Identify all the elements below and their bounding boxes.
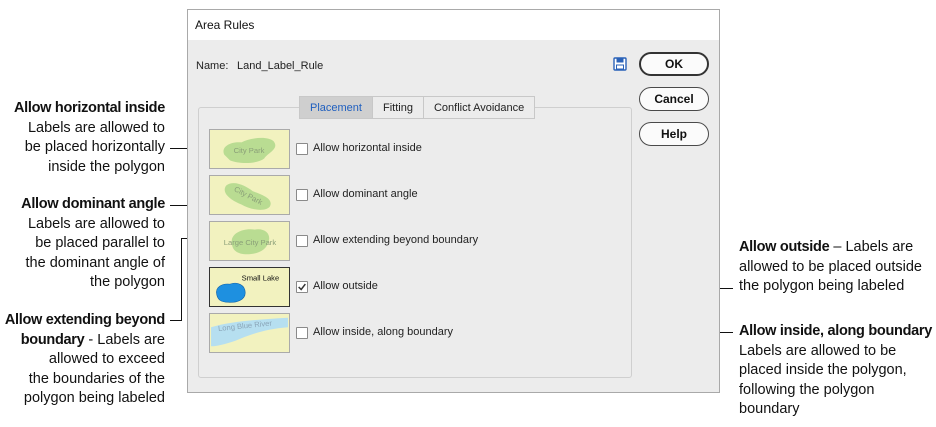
annotation-text: the polygon being labeled xyxy=(739,278,905,295)
dialog-title: Area Rules xyxy=(195,18,255,32)
tab-bar: Placement Fitting Conflict Avoidance xyxy=(299,96,536,119)
tab-conflict-avoidance[interactable]: Conflict Avoidance xyxy=(423,97,535,118)
annotation-text: the dominant angle of xyxy=(25,254,165,271)
dominant-angle-thumbnail: City Park xyxy=(209,175,290,215)
leader-line xyxy=(170,320,182,321)
cancel-button[interactable]: Cancel xyxy=(639,87,709,111)
annotation-text: Labels are allowed to xyxy=(27,119,165,136)
area-rules-dialog: Area Rules Name: Land_Label_Rule OK Canc… xyxy=(187,9,720,393)
annotation-title: Allow horizontal inside xyxy=(14,100,165,116)
title-bar[interactable]: Area Rules xyxy=(188,10,719,40)
option-allow-dominant-angle: City Park Allow dominant angle xyxy=(209,175,609,215)
along-boundary-thumbnail: Long Blue River xyxy=(209,313,290,353)
annotation-text: be placed horizontally xyxy=(24,139,165,156)
annotation-text: polygon being labeled xyxy=(23,390,165,407)
annotation-dominant-angle: Allow dominant angle Labels are allowed … xyxy=(0,195,165,293)
allow-dominant-angle-checkbox[interactable] xyxy=(296,189,308,201)
annotation-text: allowed to exceed xyxy=(48,351,165,368)
name-value: Land_Label_Rule xyxy=(237,60,324,72)
leader-line xyxy=(181,238,182,320)
allow-horizontal-inside-label[interactable]: Allow horizontal inside xyxy=(313,142,422,154)
tab-fitting[interactable]: Fitting xyxy=(372,97,424,118)
annotation-text: - Labels are xyxy=(84,331,165,348)
allow-outside-thumbnail: Small Lake xyxy=(209,267,290,307)
tab-placement[interactable]: Placement xyxy=(300,97,373,118)
option-allow-horizontal-inside: City Park Allow horizontal inside xyxy=(209,129,609,169)
annotation-title: Allow inside, along boundary xyxy=(739,323,933,339)
allow-dominant-angle-label[interactable]: Allow dominant angle xyxy=(313,188,418,200)
annotation-text: the boundaries of the xyxy=(28,370,165,387)
thumb-label: Large City Park xyxy=(224,238,277,247)
annotation-text: placed inside the polygon, xyxy=(739,362,907,379)
option-allow-extending-beyond-boundary: Large City Park Allow extending beyond b… xyxy=(209,221,609,261)
annotation-inside-along-boundary: Allow inside, along boundary Labels are … xyxy=(739,322,936,420)
annotation-title: boundary xyxy=(20,331,85,348)
thumb-label: City Park xyxy=(234,146,265,155)
annotation-text: allowed to be placed outside xyxy=(739,258,922,275)
annotation-text: boundary xyxy=(739,401,800,418)
checkmark-icon xyxy=(298,283,306,291)
option-allow-outside: Small Lake Allow outside xyxy=(209,267,609,307)
annotation-text: Labels are allowed to be xyxy=(739,342,897,359)
annotation-text: the polygon xyxy=(90,274,165,291)
option-allow-inside-along-boundary: Long Blue River Allow inside, along boun… xyxy=(209,313,609,353)
allow-outside-label[interactable]: Allow outside xyxy=(313,280,378,292)
allow-extending-beyond-boundary-checkbox[interactable] xyxy=(296,235,308,247)
allow-inside-along-boundary-label[interactable]: Allow inside, along boundary xyxy=(313,326,453,338)
annotation-allow-outside: Allow outside – Labels are allowed to be… xyxy=(739,238,936,297)
annotation-text: inside the polygon xyxy=(48,158,165,175)
save-icon[interactable] xyxy=(613,57,627,71)
annotation-text: be placed parallel to xyxy=(35,235,165,252)
annotation-title: Allow dominant angle xyxy=(21,196,165,212)
annotation-text: – Labels are xyxy=(829,239,914,255)
annotation-title: Allow extending beyond xyxy=(4,312,165,328)
annotation-extending-beyond: Allow extending beyond boundary - Labels… xyxy=(0,311,165,409)
annotation-horizontal-inside: Allow horizontal inside Labels are allow… xyxy=(0,99,165,177)
extending-beyond-thumbnail: Large City Park xyxy=(209,221,290,261)
annotation-title: Allow outside xyxy=(739,239,830,255)
name-label: Name: xyxy=(196,60,229,72)
horizontal-inside-thumbnail: City Park xyxy=(209,129,290,169)
help-button[interactable]: Help xyxy=(639,122,709,146)
allow-extending-beyond-boundary-label[interactable]: Allow extending beyond boundary xyxy=(313,234,478,246)
thumb-label: Small Lake xyxy=(242,273,280,282)
annotation-text: Labels are allowed to xyxy=(27,215,165,232)
allow-outside-checkbox[interactable] xyxy=(296,281,308,293)
annotation-text: following the polygon xyxy=(739,381,875,398)
ok-button[interactable]: OK xyxy=(639,52,709,76)
allow-inside-along-boundary-checkbox[interactable] xyxy=(296,327,308,339)
allow-horizontal-inside-checkbox[interactable] xyxy=(296,143,308,155)
